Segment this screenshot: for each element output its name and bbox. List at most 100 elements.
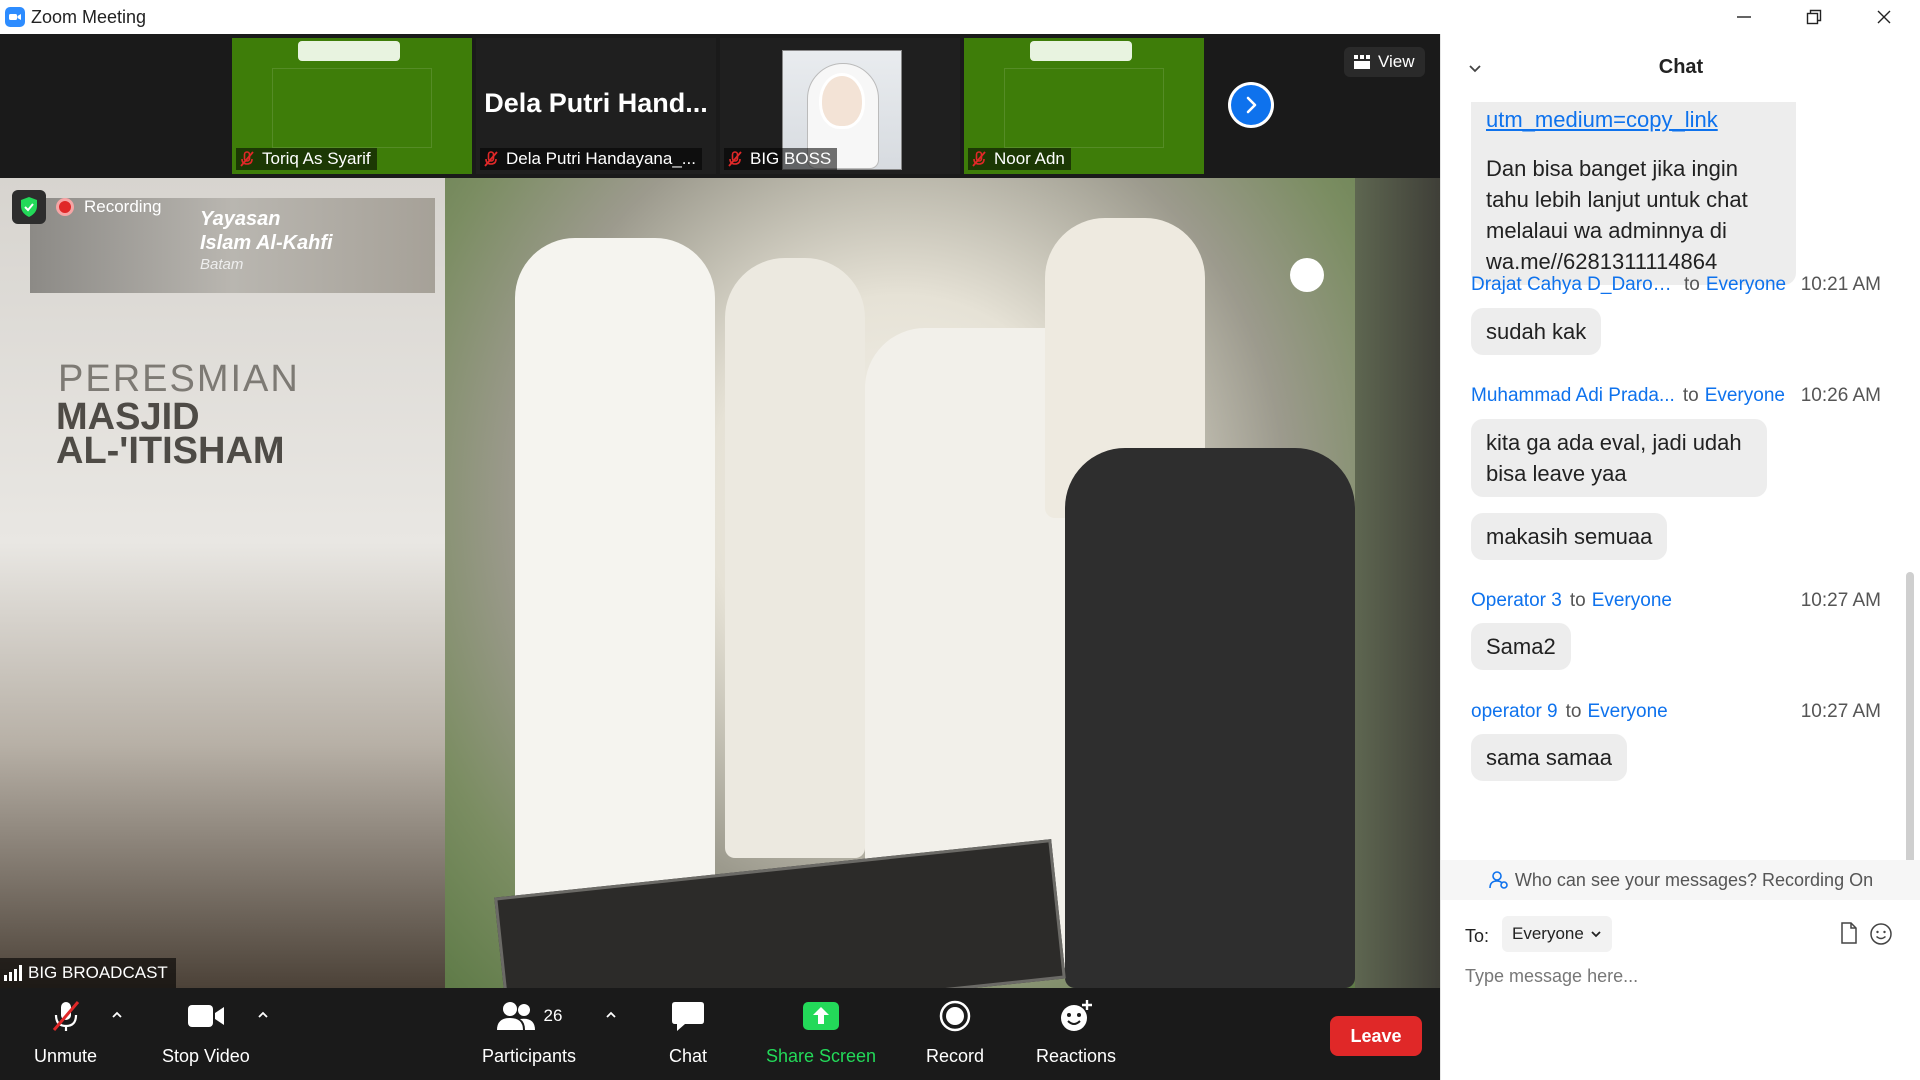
active-speaker-label: BIG BROADCAST: [0, 958, 176, 988]
chat-bubble-icon: [668, 996, 708, 1036]
mic-muted-icon: [240, 151, 254, 167]
participant-big-name: Dela Putri Hand...: [484, 88, 708, 118]
cursor-highlight: [1290, 258, 1324, 292]
chevron-up-icon[interactable]: [110, 1008, 124, 1022]
chevron-down-icon: [1591, 931, 1601, 938]
close-button[interactable]: [1849, 0, 1919, 34]
participant-tile[interactable]: Dela Putri Hand... Dela Putri Handayana_…: [476, 38, 716, 174]
emoji-plus-icon: [1056, 996, 1096, 1036]
view-button[interactable]: View: [1344, 47, 1425, 77]
record-icon: [935, 996, 975, 1036]
leave-button[interactable]: Leave: [1330, 1016, 1422, 1056]
minimize-button[interactable]: [1709, 0, 1779, 34]
chat-messages[interactable]: utm_medium=copy_link Dan bisa banget jik…: [1441, 102, 1920, 860]
minimize-icon: [1737, 16, 1751, 18]
recipient-name: Everyone: [1587, 701, 1668, 722]
event-banner: Yayasan Islam Al-Kahfi Batam PERESMIAN M…: [0, 178, 445, 988]
sender-name[interactable]: Drajat Cahya D_Daroo...: [1471, 274, 1676, 296]
participant-tile[interactable]: Noor Adn: [964, 38, 1204, 174]
chat-header: Chat: [1441, 34, 1920, 102]
chat-bubble: sudah kak: [1471, 308, 1602, 355]
org-name-line-1: Yayasan: [200, 208, 281, 230]
chat-bubble: sama samaa: [1471, 734, 1627, 781]
chat-bubble: kita ga ada eval, jadi udah bisa leave y…: [1471, 419, 1767, 497]
mic-muted-icon: [972, 151, 986, 167]
restore-button[interactable]: [1779, 0, 1849, 34]
emoji-icon[interactable]: [1869, 922, 1893, 946]
participant-tile[interactable]: BIG BOSS: [720, 38, 960, 174]
chat-bubble: Sama2: [1471, 623, 1571, 670]
chat-visibility-note[interactable]: Who can see your messages? Recording On: [1441, 860, 1920, 900]
sender-name[interactable]: Operator 3: [1471, 590, 1562, 612]
message-input[interactable]: [1465, 958, 1895, 994]
chat-message-header: Muhammad Adi Prada... to Everyone 10:26 …: [1471, 385, 1881, 407]
chat-panel: Chat utm_medium=copy_link Dan bisa bange…: [1440, 34, 1920, 1080]
message-time: 10:21 AM: [1800, 274, 1881, 295]
next-page-button[interactable]: [1228, 82, 1274, 128]
mic-muted-icon: [46, 996, 86, 1036]
chat-message-header: operator 9 to Everyone 10:27 AM: [1471, 701, 1881, 723]
participants-button[interactable]: 26 Participants: [482, 996, 576, 1067]
recipient-name: Everyone: [1705, 274, 1787, 295]
participant-name-label: BIG BOSS: [724, 148, 838, 170]
reactions-button[interactable]: Reactions: [1036, 996, 1116, 1067]
file-icon[interactable]: [1838, 922, 1860, 944]
participant-name-label: Dela Putri Handayana_...: [480, 148, 702, 170]
sender-name[interactable]: Muhammad Adi Prada...: [1471, 385, 1675, 407]
message-time: 10:27 AM: [1800, 590, 1881, 611]
recipient-dropdown[interactable]: Everyone: [1502, 916, 1612, 952]
message-time: 10:26 AM: [1800, 385, 1881, 406]
security-shield-icon: [12, 190, 46, 224]
window-title: Zoom Meeting: [31, 6, 147, 27]
tile-background-pattern: [272, 68, 432, 148]
stop-video-button[interactable]: Stop Video: [162, 996, 250, 1067]
record-button[interactable]: Record: [926, 996, 984, 1067]
event-title-line-1: PERESMIAN: [58, 358, 300, 400]
chat-link[interactable]: utm_medium=copy_link: [1486, 104, 1781, 135]
video-camera-icon: [186, 996, 226, 1036]
participant-name-label: Toriq As Syarif: [236, 148, 377, 170]
recording-indicator: Recording: [12, 190, 162, 224]
chat-title: Chat: [1658, 56, 1704, 78]
record-dot-icon: [56, 198, 74, 216]
main-video[interactable]: Yayasan Islam Al-Kahfi Batam PERESMIAN M…: [0, 178, 1440, 988]
event-title-line-3: AL-'ITISHAM: [56, 430, 285, 472]
title-bar: Zoom Meeting: [0, 0, 1920, 34]
chevron-up-icon[interactable]: [604, 1008, 618, 1022]
share-screen-icon: [801, 996, 841, 1036]
unmute-button[interactable]: Unmute: [34, 996, 97, 1067]
tile-banner-image: [1030, 41, 1132, 61]
restore-icon: [1806, 9, 1822, 25]
chat-message-header: Drajat Cahya D_Daroo... to Everyone 10:2…: [1471, 274, 1881, 296]
meeting-toolbar: Unmute Stop Video 26 Participants Chat S…: [0, 988, 1440, 1080]
tile-banner-image: [298, 41, 400, 61]
org-name-line-3: Batam: [200, 256, 244, 273]
chat-message-text: Dan bisa banget jika ingin tahu lebih la…: [1486, 156, 1748, 274]
chat-bubble: utm_medium=copy_link Dan bisa banget jik…: [1471, 102, 1796, 285]
share-screen-button[interactable]: Share Screen: [766, 996, 876, 1067]
chevron-up-icon[interactable]: [256, 1008, 270, 1022]
grid-icon: [1354, 55, 1370, 69]
recipient-name: Everyone: [1704, 385, 1785, 406]
chat-button[interactable]: Chat: [668, 996, 708, 1067]
chat-bubble: makasih semuaa: [1471, 513, 1668, 560]
gallery-strip: Toriq As Syarif Dela Putri Hand... Dela …: [0, 34, 1440, 178]
zoom-logo-icon: [5, 7, 25, 27]
recipient-label: To:: [1465, 926, 1490, 946]
meeting-area: Toriq As Syarif Dela Putri Hand... Dela …: [0, 34, 1440, 1080]
recipient-name: Everyone: [1591, 590, 1672, 611]
tile-background-pattern: [1004, 68, 1164, 148]
org-name-line-2: Islam Al-Kahfi: [200, 232, 333, 254]
chat-scrollbar[interactable]: [1906, 572, 1914, 860]
participants-icon: [496, 1002, 535, 1030]
mic-muted-icon: [484, 151, 498, 167]
message-time: 10:27 AM: [1800, 701, 1881, 722]
participant-tile[interactable]: Toriq As Syarif: [232, 38, 472, 174]
sender-name[interactable]: operator 9: [1471, 701, 1558, 723]
participant-name-label: Noor Adn: [968, 148, 1071, 170]
participants-count: 26: [543, 1006, 563, 1025]
close-icon: [1877, 10, 1891, 24]
signal-bars-icon: [4, 965, 22, 981]
chat-message-header: Operator 3 to Everyone 10:27 AM: [1471, 590, 1881, 612]
person-settings-icon: [1489, 871, 1508, 889]
